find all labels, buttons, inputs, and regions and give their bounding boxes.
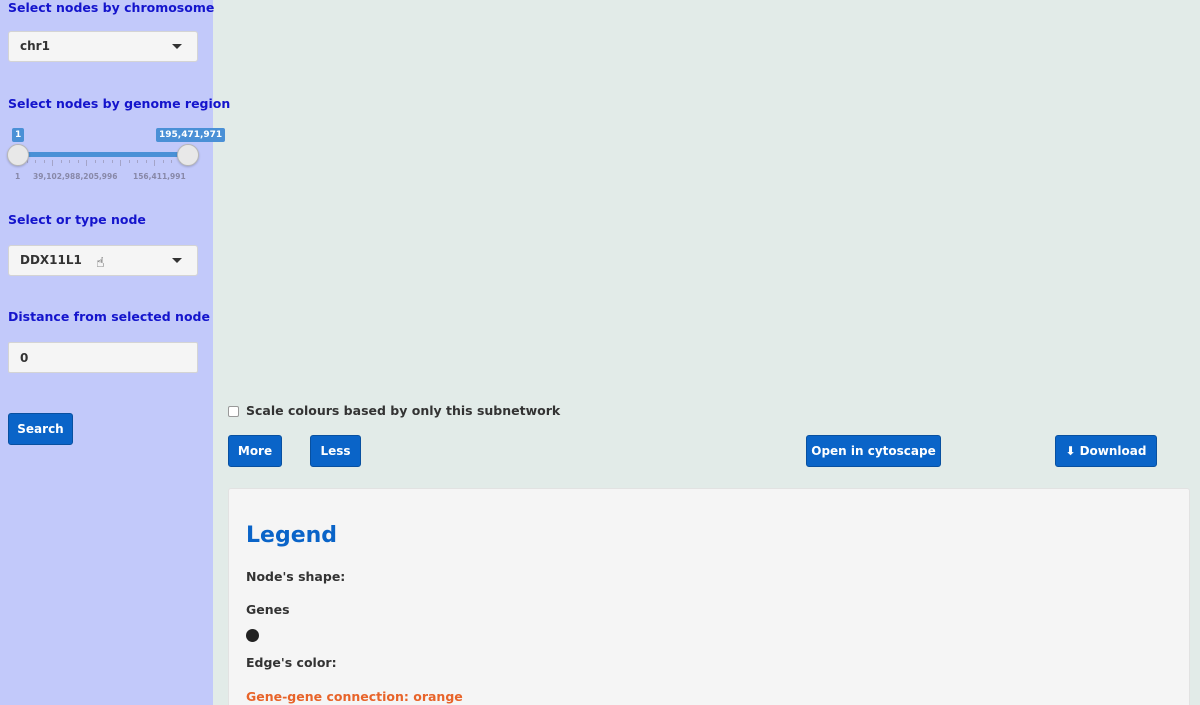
legend-title: Legend [246, 523, 338, 548]
legend-shape-heading: Node's shape: [246, 569, 346, 584]
tick-label-mid: 39,102,988,205,996 [33, 172, 118, 181]
region-slider-max-value: 195,471,971 [156, 128, 226, 142]
chromosome-select-value: chr1 [20, 39, 50, 53]
legend-edge-heading: Edge's color: [246, 655, 337, 670]
chevron-down-icon [172, 44, 182, 49]
tick-label-high: 156,411,991 [133, 172, 186, 181]
download-button-label: Download [1079, 444, 1147, 458]
open-cytoscape-button[interactable]: Open in cytoscape [806, 435, 941, 467]
region-slider-max-handle[interactable] [177, 144, 199, 166]
gene-node-circle-icon [246, 629, 259, 642]
distance-input[interactable] [8, 342, 198, 373]
download-icon: ⬇ [1065, 444, 1076, 458]
chevron-down-icon [172, 258, 182, 263]
scale-colours-checkbox[interactable] [228, 406, 239, 417]
chromosome-label: Select nodes by chromosome [8, 0, 215, 15]
region-slider-min-value: 1 [12, 128, 25, 142]
search-button[interactable]: Search [8, 413, 73, 445]
more-button[interactable]: More [228, 435, 282, 467]
region-slider-min-handle[interactable] [7, 144, 29, 166]
legend-panel [228, 488, 1190, 705]
legend-genes-label: Genes [246, 602, 290, 617]
node-select-value: DDX11L1 [20, 253, 82, 267]
scale-colours-label: Scale colours based by only this subnetw… [246, 403, 561, 418]
tick-label-min: 1 [15, 172, 21, 181]
node-label: Select or type node [8, 212, 146, 227]
region-label: Select nodes by genome region [8, 96, 231, 111]
chromosome-select[interactable]: chr1 [8, 31, 198, 62]
distance-label: Distance from selected node [8, 309, 210, 324]
region-slider-bar[interactable] [18, 152, 188, 157]
region-slider-ticks [18, 160, 188, 166]
download-button[interactable]: ⬇ Download [1055, 435, 1157, 467]
less-button[interactable]: Less [310, 435, 361, 467]
hand-cursor-icon: ☝ [96, 255, 105, 271]
legend-gene-gene-connection: Gene-gene connection: orange [246, 689, 463, 704]
